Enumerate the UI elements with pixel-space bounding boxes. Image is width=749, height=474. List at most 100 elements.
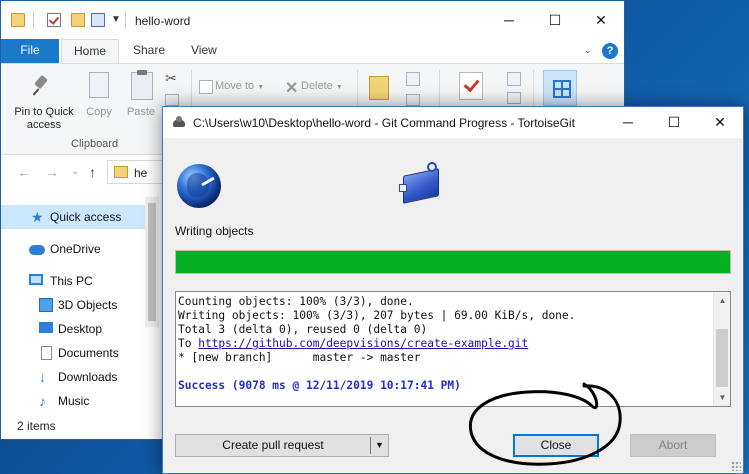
explorer-close-button[interactable]: ✕ — [578, 1, 624, 39]
folder-sheet — [399, 184, 407, 192]
explorer-maximize-button[interactable]: ☐ — [532, 1, 578, 39]
ribbon-tabs: File Home Share View ⌄ ? — [1, 39, 624, 63]
address-text: he — [134, 166, 148, 180]
pin-label: Pin to Quick — [14, 106, 74, 118]
nav-scrollbar-thumb[interactable] — [148, 203, 156, 321]
copy-path-icon[interactable] — [165, 94, 179, 106]
create-pull-request-button[interactable]: Create pull request ▼ — [175, 434, 389, 457]
pin-icon — [33, 76, 49, 98]
star-icon: ★ — [31, 209, 44, 225]
log-line-blank — [178, 365, 575, 379]
output-log[interactable]: Counting objects: 100% (3/3), done. Writi… — [175, 291, 731, 407]
tab-home[interactable]: Home — [61, 39, 119, 63]
nav-item-desktop[interactable]: Desktop — [1, 317, 159, 341]
move-to-label: Move to — [215, 80, 255, 92]
log-line: To https://github.com/deepvisions/create… — [178, 337, 575, 351]
folder-icon[interactable] — [11, 13, 25, 27]
scroll-down-icon[interactable]: ▼ — [714, 389, 730, 406]
dialog-close-button[interactable]: ✕ — [697, 107, 743, 138]
progress-bar-fill — [176, 251, 730, 273]
download-icon: ↓ — [39, 369, 46, 385]
paste-icon — [131, 70, 153, 100]
rename-icon[interactable] — [91, 13, 105, 27]
chevron-down-icon[interactable]: ▼ — [375, 435, 384, 456]
delete-label: Delete — [301, 80, 333, 92]
remote-url-link[interactable]: https://github.com/deepvisions/create-ex… — [198, 337, 528, 350]
customize-toolbar-dropdown-icon[interactable]: ▼ — [111, 14, 121, 25]
nav-item-downloads[interactable]: ↓ Downloads — [1, 365, 159, 389]
log-scrollbar-thumb[interactable] — [716, 329, 728, 387]
operation-status: Writing objects — [175, 224, 254, 238]
new-item-icon[interactable] — [406, 72, 420, 86]
pin-to-quick-access-button[interactable]: Pin to Quick access — [9, 106, 79, 132]
nav-item-documents[interactable]: Documents — [1, 341, 159, 365]
back-arrow-icon[interactable]: ← — [17, 164, 31, 180]
folder-icon — [399, 162, 443, 204]
delete-icon: ✕ — [285, 80, 299, 97]
nav-item-quick-access[interactable]: ★ Quick access — [1, 205, 159, 229]
dialog-titlebar: C:\Users\w10\Desktop\hello-word - Git Co… — [163, 107, 743, 138]
open-icon[interactable] — [507, 72, 521, 86]
recent-locations-icon[interactable]: ⌄ — [71, 166, 79, 177]
music-icon: ♪ — [39, 393, 46, 409]
nav-label: Desktop — [58, 322, 103, 336]
move-to-button[interactable]: Move to ▼ — [215, 80, 275, 94]
git-progress-dialog: C:\Users\w10\Desktop\hello-word - Git Co… — [162, 106, 744, 474]
nav-label: OneDrive — [50, 242, 101, 256]
delete-button[interactable]: Delete ▼ — [301, 80, 351, 94]
dialog-title: C:\Users\w10\Desktop\hello-word - Git Co… — [193, 116, 575, 130]
abort-button[interactable]: Abort — [630, 434, 716, 457]
move-to-icon — [199, 80, 213, 94]
nav-label: Documents — [58, 346, 119, 360]
tortoisegit-icon — [172, 116, 186, 130]
tab-file[interactable]: File — [1, 39, 59, 63]
create-pull-request-label: Create pull request — [222, 438, 324, 452]
cube-icon — [39, 298, 53, 312]
folder-icon — [114, 166, 128, 178]
chevron-down-icon: ▼ — [257, 84, 265, 91]
resize-grip[interactable] — [731, 461, 741, 471]
chevron-down-icon[interactable]: ⌄ — [584, 45, 594, 55]
log-lines: Counting objects: 100% (3/3), done. Writi… — [178, 295, 575, 393]
explorer-minimize-button[interactable]: ─ — [486, 1, 532, 39]
new-folder-icon[interactable] — [369, 76, 389, 100]
cloud-icon — [29, 245, 45, 255]
select-all-icon[interactable] — [543, 70, 577, 106]
log-line: Total 3 (delta 0), reused 0 (delta 0) — [178, 323, 428, 336]
nav-label: Quick access — [50, 210, 122, 224]
paste-button[interactable]: Paste — [123, 106, 159, 119]
folder-body — [403, 168, 439, 204]
log-line-prefix: To — [178, 337, 199, 350]
properties-check-icon[interactable] — [47, 13, 61, 27]
nav-scrollbar[interactable] — [145, 197, 159, 327]
easy-access-icon[interactable] — [406, 94, 420, 106]
nav-item-this-pc[interactable]: This PC — [1, 269, 159, 293]
nav-label: This PC — [50, 274, 93, 288]
log-line: * [new branch] master -> master — [178, 351, 421, 364]
nav-label: Downloads — [58, 370, 118, 384]
properties-icon[interactable] — [459, 72, 483, 100]
help-icon[interactable]: ? — [602, 43, 618, 59]
nav-item-3d-objects[interactable]: 3D Objects — [1, 293, 159, 317]
computer-icon — [29, 274, 43, 285]
log-line: Writing objects: 100% (3/3), 207 bytes |… — [178, 309, 576, 322]
copy-button[interactable]: Copy — [81, 106, 117, 119]
tab-view[interactable]: View — [179, 39, 229, 63]
nav-item-music[interactable]: ♪ Music — [1, 389, 159, 413]
cut-icon[interactable]: ✂ — [165, 70, 177, 87]
dialog-maximize-button[interactable]: ☐ — [651, 107, 697, 138]
up-arrow-icon[interactable]: ↑ — [89, 164, 96, 180]
new-folder-icon[interactable] — [71, 13, 85, 27]
hand-drawn-circle-annotation — [468, 382, 622, 466]
tab-share[interactable]: Share — [121, 39, 177, 63]
explorer-title: hello-word — [135, 14, 191, 28]
nav-label: 3D Objects — [58, 298, 118, 312]
scroll-up-icon[interactable]: ▲ — [714, 292, 730, 309]
nav-item-onedrive[interactable]: OneDrive — [1, 237, 159, 261]
explorer-titlebar: ▼ hello-word ─ ☐ ✕ — [1, 1, 624, 39]
dialog-minimize-button[interactable]: ─ — [605, 107, 651, 138]
log-scrollbar[interactable]: ▲ ▼ — [713, 292, 730, 406]
edit-icon[interactable] — [507, 92, 521, 104]
forward-arrow-icon[interactable]: → — [45, 164, 59, 180]
chevron-down-icon: ▼ — [335, 84, 343, 91]
